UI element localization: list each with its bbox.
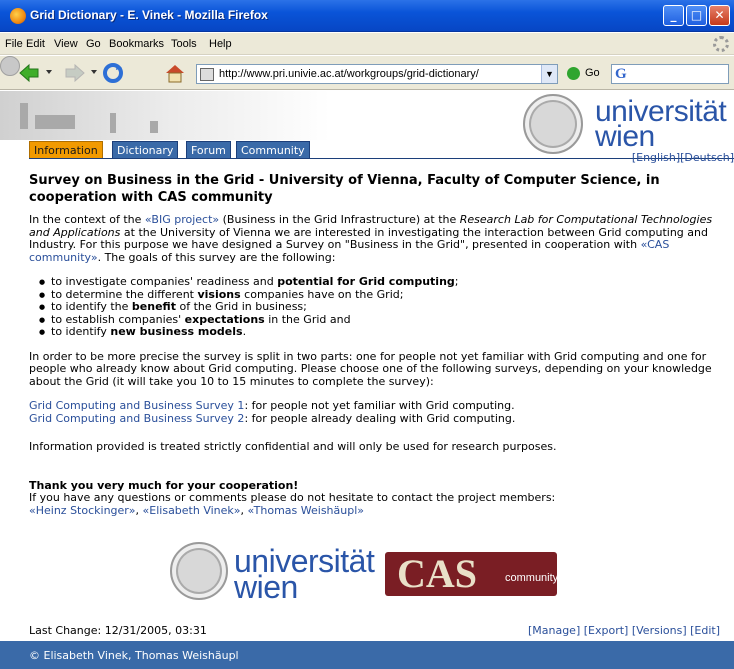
survey-split-paragraph: In order to be more precise the survey i… <box>29 349 712 388</box>
back-dropdown-icon[interactable] <box>46 70 52 74</box>
partner-logos: universität wien CAS community <box>170 540 590 610</box>
window-title: Grid Dictionary - E. Vinek - Mozilla Fir… <box>30 8 268 22</box>
page-favicon <box>200 68 214 81</box>
building-shape <box>35 115 75 129</box>
tab-underline <box>29 158 734 159</box>
university-seal-small <box>170 542 228 600</box>
menu-tools[interactable]: Tools <box>171 38 197 50</box>
window-titlebar: Grid Dictionary - E. Vinek - Mozilla Fir… <box>0 0 734 32</box>
article: Survey on Business in the Grid - Univers… <box>29 172 719 517</box>
tab-forum[interactable]: Forum <box>186 141 231 159</box>
member-link-weishaeupl[interactable]: «Thomas Weishäupl» <box>248 504 364 517</box>
google-search-icon: G <box>615 66 627 82</box>
menu-go[interactable]: Go <box>86 38 101 50</box>
go-icon <box>567 67 580 80</box>
university-logo: universität wien <box>523 94 733 154</box>
member-link-vinek[interactable]: «Elisabeth Vinek» <box>143 504 241 517</box>
back-arrow-icon[interactable] <box>18 62 40 84</box>
go-button[interactable]: Go <box>567 65 603 83</box>
lang-deutsch-link[interactable]: [Deutsch] <box>680 151 734 164</box>
page-footer: © Elisabeth Vinek, Thomas Weishäupl <box>0 641 734 669</box>
page-actions: [Manage] [Export] [Versions] [Edit] <box>528 624 720 637</box>
university-logo-small: universität wien <box>234 543 375 606</box>
survey-links: Grid Computing and Business Survey 1: fo… <box>29 399 719 425</box>
stop-icon[interactable] <box>0 56 20 76</box>
search-box[interactable]: G <box>611 64 729 84</box>
page-content: universität wien Information Dictionary … <box>0 91 734 669</box>
intro-paragraph: In the context of the «BIG project» (Bus… <box>29 213 713 264</box>
tab-dictionary[interactable]: Dictionary <box>112 141 179 159</box>
url-dropdown-icon[interactable]: ▼ <box>541 65 557 83</box>
lang-english-link[interactable]: [English] <box>632 151 680 164</box>
goals-list: to investigate companies' readiness and … <box>39 275 719 339</box>
menu-edit[interactable]: Edit <box>26 38 45 50</box>
statue-shape <box>20 103 28 129</box>
firefox-icon <box>10 8 26 24</box>
url-bar[interactable]: http://www.pri.univie.ac.at/workgroups/g… <box>196 64 558 84</box>
menu-help[interactable]: Help <box>209 38 232 50</box>
url-text[interactable]: http://www.pri.univie.ac.at/workgroups/g… <box>219 68 479 80</box>
minimize-button[interactable]: _ <box>663 5 684 26</box>
reload-icon[interactable] <box>102 62 124 84</box>
maximize-button[interactable]: □ <box>686 5 707 26</box>
university-seal <box>523 94 583 154</box>
language-switch: [English][Deutsch] <box>632 151 734 164</box>
member-link-stockinger[interactable]: «Heinz Stockinger» <box>29 504 136 517</box>
throbber-icon <box>713 36 729 52</box>
confidential-note: Information provided is treated strictly… <box>29 440 557 453</box>
contact-block: Thank you very much for your cooperation… <box>29 479 719 518</box>
last-change-text: Last Change: 12/31/2005, 03:31 <box>29 624 207 637</box>
logo-line2: wien <box>595 119 655 153</box>
versions-link[interactable]: [Versions] <box>632 624 687 637</box>
statue-shape <box>110 113 116 133</box>
manage-link[interactable]: [Manage] <box>528 624 580 637</box>
footer-copyright: © Elisabeth Vinek, Thomas Weishäupl <box>29 649 239 662</box>
list-item: to identify new business models. <box>39 325 719 339</box>
menu-bookmarks[interactable]: Bookmarks <box>109 38 164 50</box>
survey1-link[interactable]: Grid Computing and Business Survey 1 <box>29 399 244 412</box>
menu-view[interactable]: View <box>54 38 78 50</box>
tab-community[interactable]: Community <box>236 141 310 159</box>
page-title: Survey on Business in the Grid - Univers… <box>29 173 660 205</box>
home-icon[interactable] <box>164 62 186 84</box>
cas-community-logo: CAS community <box>385 552 558 596</box>
survey2-line: Grid Computing and Business Survey 2: fo… <box>29 411 516 425</box>
menu-bar: File Edit View Go Bookmarks Tools Help <box>0 33 734 55</box>
tab-information[interactable]: Information <box>29 141 103 159</box>
big-project-link[interactable]: «BIG project» <box>145 213 219 226</box>
forward-dropdown-icon[interactable] <box>91 70 97 74</box>
members-line: «Heinz Stockinger», «Elisabeth Vinek», «… <box>29 503 365 517</box>
menu-file[interactable]: File <box>5 38 23 50</box>
close-button[interactable]: ✕ <box>709 5 730 26</box>
export-link[interactable]: [Export] <box>584 624 629 637</box>
forward-arrow-icon[interactable] <box>64 62 86 84</box>
edit-link[interactable]: [Edit] <box>690 624 720 637</box>
statue-shape <box>150 121 158 133</box>
survey2-link[interactable]: Grid Computing and Business Survey 2 <box>29 412 244 425</box>
header-image <box>0 91 330 140</box>
